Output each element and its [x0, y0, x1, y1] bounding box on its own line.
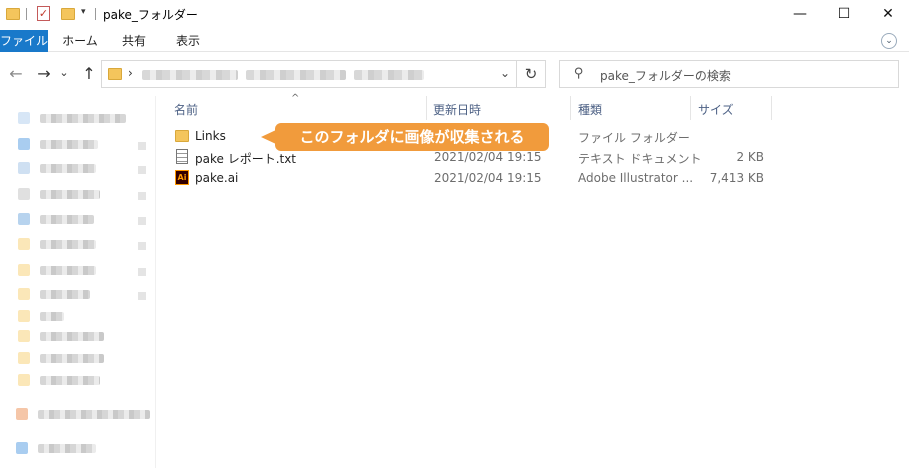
folder-icon	[18, 288, 30, 300]
up-button[interactable]: ↑	[79, 64, 99, 83]
column-header-type[interactable]: 種類	[578, 101, 602, 118]
this-pc-icon	[16, 442, 28, 454]
quick-access-icon	[18, 112, 30, 124]
file-type: テキスト ドキュメント	[578, 152, 702, 166]
file-list: ^ 名前 更新日時 種類 サイズ Links ファイル フォルダー pake レ…	[157, 93, 909, 468]
ribbon-expand-icon[interactable]: ⌄	[881, 33, 897, 49]
column-divider[interactable]	[426, 96, 427, 120]
column-header-modified[interactable]: 更新日時	[433, 101, 481, 118]
folder-icon	[18, 264, 30, 276]
quick-access-dropdown-icon[interactable]: ▾	[81, 7, 86, 17]
folder-icon	[18, 374, 30, 386]
pin-icon	[138, 292, 146, 300]
new-folder-icon[interactable]	[61, 8, 75, 20]
folder-icon	[108, 68, 122, 80]
desktop-icon	[18, 138, 30, 150]
column-divider[interactable]	[771, 96, 772, 120]
search-icon: ⚲	[574, 66, 584, 81]
sidebar-item-label	[40, 290, 90, 299]
downloads-icon	[18, 162, 30, 174]
illustrator-file-icon: Ai	[175, 170, 189, 185]
sidebar-item-label	[40, 376, 100, 385]
file-row[interactable]: Ai pake.ai 2021/02/04 19:15 Adobe Illust…	[157, 168, 909, 189]
file-size: 7,413 KB	[709, 171, 764, 185]
navigation-bar: ← → ⌄ ↑ › ⌄ ↻ ⚲ pake_フォルダーの検索	[0, 52, 909, 96]
documents-icon	[18, 188, 30, 200]
redacted-path-segment	[142, 70, 238, 80]
recent-locations-icon[interactable]: ⌄	[58, 66, 70, 79]
pin-icon	[138, 242, 146, 250]
pin-icon	[138, 268, 146, 276]
ribbon-tabs: ファイル ホーム 共有 表示 ⌄	[0, 30, 909, 52]
chevron-right-icon[interactable]: ›	[128, 66, 133, 80]
tab-home[interactable]: ホーム	[58, 30, 102, 52]
tab-view[interactable]: 表示	[166, 30, 210, 52]
creative-cloud-icon	[16, 408, 28, 420]
pin-icon	[138, 166, 146, 174]
folder-icon	[175, 130, 189, 142]
sidebar-item-label	[40, 190, 100, 199]
close-button[interactable]: ✕	[865, 0, 909, 30]
maximize-button[interactable]: ☐	[821, 0, 867, 30]
column-header-name[interactable]: 名前	[174, 101, 198, 118]
sort-ascending-icon: ^	[291, 93, 300, 104]
callout-pointer	[261, 130, 276, 144]
column-divider[interactable]	[570, 96, 571, 120]
pin-icon	[138, 192, 146, 200]
divider	[26, 8, 27, 20]
tab-file[interactable]: ファイル	[0, 30, 48, 52]
file-type: Adobe Illustrator ...	[578, 171, 694, 185]
file-type: ファイル フォルダー	[578, 131, 690, 145]
search-box[interactable]: ⚲ pake_フォルダーの検索	[559, 60, 899, 88]
sidebar-item-label	[40, 266, 96, 275]
title-bar: ✓ ▾ pake_フォルダー — ☐ ✕	[0, 0, 909, 30]
file-name: Links	[195, 129, 226, 143]
folder-icon	[18, 238, 30, 250]
sidebar-item-label	[40, 354, 104, 363]
divider	[95, 8, 96, 20]
sidebar-item-label	[40, 114, 126, 123]
file-name: pake.ai	[195, 171, 239, 185]
file-name: pake レポート.txt	[195, 152, 297, 166]
pin-icon	[138, 142, 146, 150]
address-dropdown-icon[interactable]: ⌄	[500, 66, 510, 80]
folder-icon	[18, 310, 30, 322]
folder-icon	[18, 352, 30, 364]
sidebar-item-label	[40, 215, 94, 224]
pictures-icon	[18, 213, 30, 225]
pin-icon	[138, 217, 146, 225]
column-header-size[interactable]: サイズ	[698, 101, 734, 118]
sidebar-item-label	[40, 164, 96, 173]
properties-icon[interactable]: ✓	[37, 6, 50, 21]
search-input[interactable]: pake_フォルダーの検索	[600, 67, 731, 84]
annotation-callout: このフォルダに画像が収集される	[275, 123, 549, 151]
file-modified: 2021/02/04 19:15	[434, 171, 542, 185]
file-modified: 2021/02/04 19:15	[434, 150, 542, 164]
folder-icon	[6, 8, 20, 20]
back-button[interactable]: ←	[6, 64, 26, 83]
window-title: pake_フォルダー	[103, 8, 198, 22]
redacted-path-segment	[246, 70, 346, 80]
text-file-icon	[176, 149, 188, 164]
forward-button[interactable]: →	[34, 64, 54, 83]
sidebar-item-label	[40, 240, 96, 249]
sidebar-item-label	[40, 332, 104, 341]
sidebar-item-label	[38, 410, 150, 419]
refresh-button[interactable]: ↻	[517, 60, 546, 88]
address-bar[interactable]: › ⌄	[101, 60, 517, 88]
folder-icon	[18, 330, 30, 342]
sidebar-item-label	[40, 312, 64, 321]
sidebar-item-label	[38, 444, 96, 453]
minimize-button[interactable]: —	[777, 0, 823, 30]
file-size: 2 KB	[736, 150, 764, 164]
navigation-pane	[0, 96, 156, 468]
tab-share[interactable]: 共有	[112, 30, 156, 52]
redacted-path-segment	[354, 70, 424, 80]
sidebar-item-label	[40, 140, 98, 149]
column-divider[interactable]	[690, 96, 691, 120]
